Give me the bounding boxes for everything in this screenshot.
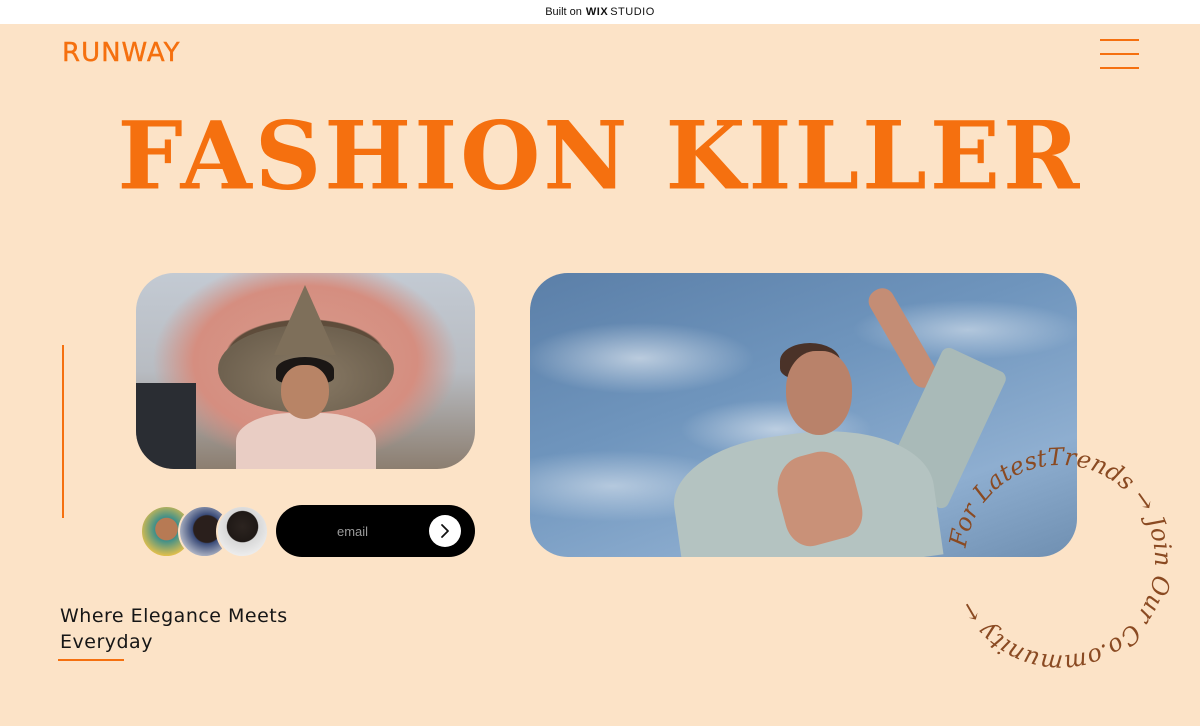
email-signup <box>276 505 475 557</box>
chevron-right-icon <box>441 524 449 538</box>
wix-studio-banner[interactable]: Built on WIX STUDIO <box>0 0 1200 24</box>
vertical-accent-line <box>62 345 64 518</box>
tagline: Where Elegance Meets Everyday <box>60 603 390 655</box>
avatar <box>216 505 269 558</box>
hamburger-menu-icon[interactable] <box>1100 38 1139 70</box>
wix-logo: WIX <box>585 6 609 18</box>
email-input[interactable] <box>337 523 417 539</box>
runway-logo[interactable]: RUNWAY <box>62 38 180 68</box>
tagline-underline <box>58 659 124 661</box>
wix-studio-label: STUDIO <box>610 6 655 18</box>
submit-button[interactable] <box>429 515 461 547</box>
wix-banner-prefix: Built on <box>545 6 582 18</box>
hero-title: FASHION KILLER <box>117 100 1083 212</box>
tagline-line-2: Everyday <box>60 631 153 653</box>
community-avatars <box>140 505 270 558</box>
tagline-line-1: Where Elegance Meets <box>60 605 288 627</box>
circular-text: For LatestTrends → Join Our Co.ommunity … <box>944 443 1177 678</box>
child-hat-photo <box>136 273 475 469</box>
circular-join-community-text[interactable]: For LatestTrends → Join Our Co.ommunity … <box>940 440 1180 680</box>
